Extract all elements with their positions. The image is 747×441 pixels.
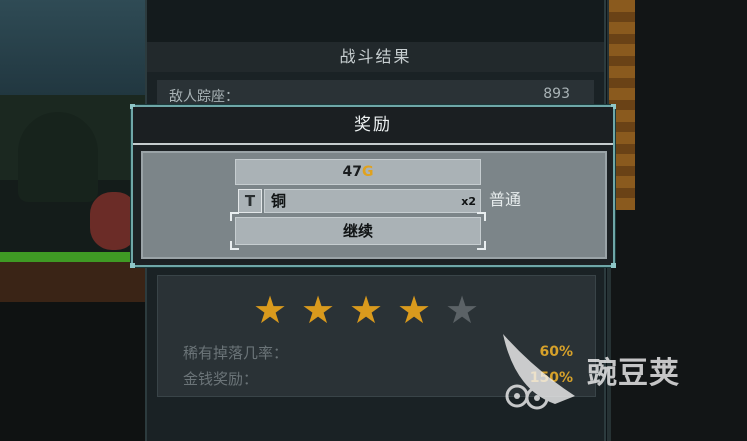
pea-pod-icon [503, 334, 575, 410]
star-filled-icon: ★ [349, 288, 384, 332]
gold-icon: G [361, 164, 374, 180]
continue-label: 继续 [342, 222, 373, 240]
money-reward-label: 金钱奖励： [183, 370, 259, 388]
item-reward: 铜 x2 [264, 189, 481, 213]
enemy-label: 敌人踪座： [169, 89, 239, 105]
game-scene: 战斗结果 敌人踪座： 893 ★ ★ ★ ★ ★ 稀有掉落几率： 60% 金钱奖励： 1… [0, 0, 747, 441]
sky [0, 0, 150, 95]
star-rating: ★ ★ ★ ★ ★ [253, 290, 493, 330]
gold-reward: 47G [235, 159, 481, 185]
dialog-title: 奖励 [354, 115, 392, 135]
enemy-value: 893 [543, 86, 570, 102]
item-rarity: 普通 [489, 190, 522, 209]
reward-dialog: 奖励 47G T 铜 x2 普通 继续 [130, 104, 616, 268]
gold-amount: 47 [342, 164, 362, 180]
watermark-logo: 豌豆荚 [495, 330, 725, 410]
hammer-icon: T [238, 189, 262, 213]
forest-background-left [0, 0, 150, 441]
panel-top [147, 0, 604, 42]
focus-corner-icon [477, 241, 486, 250]
panel-title: 战斗结果 [339, 47, 412, 66]
dialog-body: 47G T 铜 x2 普通 继续 [141, 151, 607, 259]
grass-strip [0, 252, 150, 262]
continue-button[interactable]: 继续 [230, 212, 486, 250]
focus-corner-icon [230, 212, 239, 221]
star-filled-icon: ★ [301, 288, 336, 332]
star-filled-icon: ★ [253, 288, 288, 332]
rare-drop-label: 稀有掉落几率： [183, 344, 289, 362]
ground-shadow [0, 302, 150, 441]
dialog-corner [611, 263, 616, 268]
dirt-strip [0, 262, 150, 302]
focus-corner-icon [477, 212, 486, 221]
item-quantity: x2 [461, 195, 476, 208]
star-empty-icon: ★ [445, 288, 480, 332]
item-name: 铜 [271, 192, 287, 210]
dialog-corner [130, 263, 135, 268]
focus-corner-icon [230, 241, 239, 250]
dialog-header: 奖励 [133, 107, 613, 145]
star-filled-icon: ★ [397, 288, 432, 332]
watermark-text: 豌豆荚 [587, 356, 680, 391]
tree [18, 112, 98, 202]
